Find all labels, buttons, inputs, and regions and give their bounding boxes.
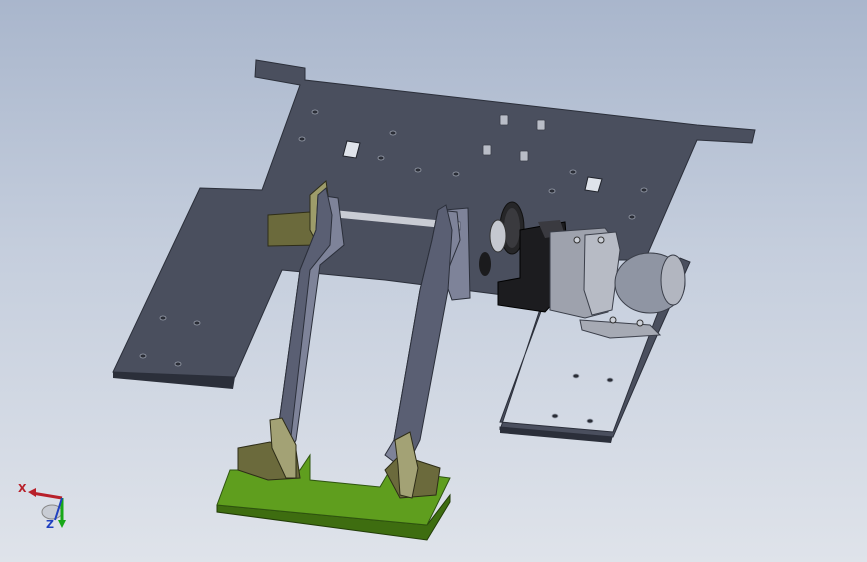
triad-x-label: X	[18, 482, 27, 495]
coordinate-triad: X Z	[18, 482, 66, 531]
triad-z-label: Z	[46, 518, 54, 531]
motor-face	[583, 231, 621, 316]
motor-end-cap	[660, 254, 686, 306]
3d-viewport[interactable]: X Z	[0, 0, 867, 562]
x-axis-icon	[31, 491, 63, 500]
motor-mount-plate	[579, 319, 662, 339]
cad-model[interactable]: X Z	[0, 0, 867, 562]
